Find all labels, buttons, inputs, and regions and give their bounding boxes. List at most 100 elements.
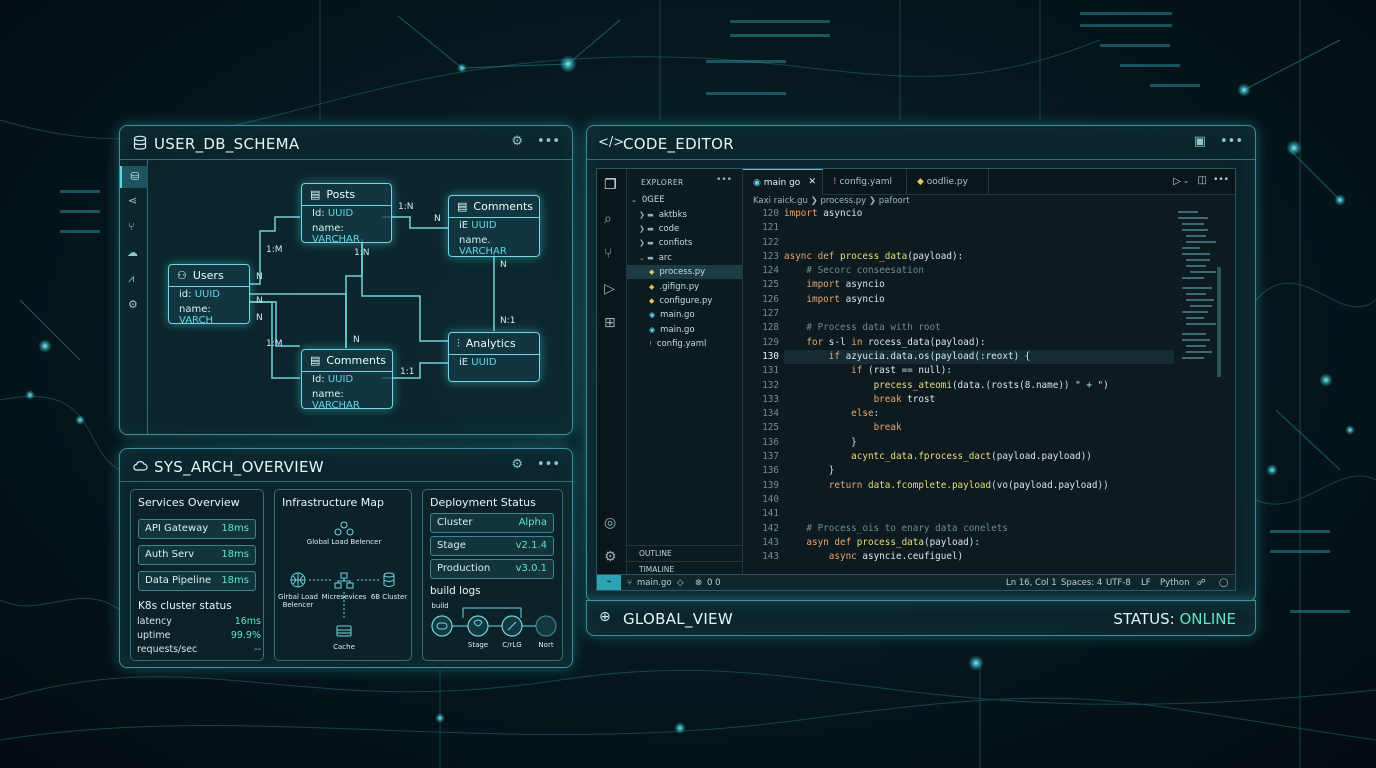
file-tree-item[interactable]: ◆ process.py xyxy=(627,264,743,280)
account-icon[interactable]: ◎ xyxy=(604,515,616,531)
code-line[interactable]: else: xyxy=(784,407,1174,421)
code-line[interactable] xyxy=(784,236,1174,250)
code-line[interactable]: break xyxy=(784,421,1174,435)
er-field-key: id: xyxy=(179,289,192,300)
status-language[interactable]: Python xyxy=(1160,578,1189,588)
er-table-comments-bottom[interactable]: ▤ Comments Id: UUID name: VARCHAR xyxy=(301,349,393,411)
more-actions-icon[interactable]: ••• xyxy=(1213,175,1229,185)
file-tree-item[interactable]: ⌄ ▬ arc xyxy=(627,251,743,265)
timeline-section[interactable]: TIMALINE xyxy=(627,561,742,575)
python-icon: ◆ xyxy=(649,268,655,277)
code-line[interactable]: for s-l in rocess_data(payload): xyxy=(784,336,1174,350)
er-table-analytics[interactable]: ⫶ Analytics iE UUID xyxy=(448,332,540,382)
code-line[interactable]: import asyncio xyxy=(784,278,1174,292)
source-control-icon[interactable]: ⑂ xyxy=(604,246,612,262)
relation-label: N xyxy=(500,260,507,270)
relation-label: N xyxy=(353,335,360,345)
service-item[interactable]: Data Pipeline 18ms xyxy=(138,571,256,591)
code-line[interactable]: return data.fcomplete.payload(vo(payload… xyxy=(784,479,1174,493)
line-number: 122 xyxy=(762,236,779,248)
breadcrumb-item[interactable]: process.py xyxy=(820,196,866,206)
search-icon[interactable]: ⌕ xyxy=(604,211,612,227)
breadcrumb-item[interactable]: pafoort xyxy=(879,196,910,206)
code-line[interactable]: } xyxy=(784,464,1174,478)
code-line[interactable]: async asyncie.ceufiguel) xyxy=(784,550,1174,564)
code-line[interactable]: } xyxy=(784,436,1174,450)
k8s-metric: latency 16ms xyxy=(137,616,261,627)
code-line[interactable]: acyntc_data.fprocess_dact(payload.payloa… xyxy=(784,450,1174,464)
infra-node-label: 6B Cluster xyxy=(370,593,408,601)
file-tree-item[interactable]: ! config.yaml xyxy=(627,337,743,351)
code-line[interactable]: if (rast == null): xyxy=(784,364,1174,378)
file-tree-item[interactable]: ⌄ 0GEE xyxy=(627,193,743,207)
run-icon[interactable]: ▷ xyxy=(1173,176,1181,187)
layout-icon[interactable]: ▣ xyxy=(1194,134,1206,149)
breadcrumb-item[interactable]: Kaxi raick.gu xyxy=(753,196,808,206)
minimap[interactable] xyxy=(1174,207,1222,407)
file-tree-item[interactable]: ❯ ▬ confiots xyxy=(627,236,743,250)
split-editor-icon[interactable]: ◫ xyxy=(1198,175,1207,186)
settings-icon[interactable]: ⚙ xyxy=(511,457,523,472)
status-position[interactable]: Ln 16, Col 1 xyxy=(1006,578,1057,588)
file-tree-item[interactable]: ◉ main.go xyxy=(627,323,743,337)
er-field-type: UUID xyxy=(327,208,354,219)
feedback-icon[interactable]: ☍ xyxy=(1197,578,1206,588)
chevron-down-icon: ⌄ xyxy=(631,196,637,205)
code-line[interactable]: # Secorc conseesation xyxy=(784,264,1174,278)
status-eol[interactable]: LF xyxy=(1141,578,1151,588)
tab-oodlie-py[interactable]: ◆ oodlie.py xyxy=(907,169,989,195)
folder-icon: ❯ ▬ xyxy=(639,239,654,248)
er-field-type: VARCHAR xyxy=(312,400,360,411)
code-line[interactable]: break trost xyxy=(784,393,1174,407)
remote-indicator[interactable]: ⌁ xyxy=(597,575,621,590)
notifications-icon[interactable]: ◯ xyxy=(1219,578,1229,588)
code-line[interactable] xyxy=(784,507,1174,521)
close-tab-icon[interactable]: ✕ xyxy=(808,177,816,187)
code-line[interactable]: precess_ateomi(data.(rosts(8.name)) " + … xyxy=(784,379,1174,393)
code-line[interactable] xyxy=(784,493,1174,507)
code-line[interactable] xyxy=(784,307,1174,321)
files-icon[interactable]: ❐ xyxy=(604,177,617,193)
file-tree-item[interactable]: ❯ ▬ aktbks xyxy=(627,207,743,221)
code-line[interactable]: asyn def process_data(payload): xyxy=(784,536,1174,550)
line-number: 128 xyxy=(762,322,779,334)
tab-main-go[interactable]: ◉ main go ✕ xyxy=(743,169,823,195)
code-line[interactable]: async def process_data(payload): xyxy=(784,250,1174,264)
service-item[interactable]: API Gateway 18ms xyxy=(138,519,256,539)
outline-section[interactable]: OUTLINE xyxy=(627,545,742,559)
status-encoding[interactable]: UTF-8 xyxy=(1106,578,1131,588)
cloud-icon xyxy=(133,461,148,471)
er-table-posts[interactable]: ▤ Posts Id: UUID name: VARCHAR xyxy=(301,183,392,245)
status-problems[interactable]: 0 0 xyxy=(707,578,721,588)
run-debug-icon[interactable]: ▷ xyxy=(604,281,615,297)
go-icon: ◉ xyxy=(649,311,656,320)
line-number: 141 xyxy=(762,508,779,520)
er-table-users[interactable]: ⚇ Users id: UUID name: VARCH xyxy=(168,264,250,326)
code-line[interactable]: if azyucia.data.os(payload(:reoxt) { xyxy=(784,349,1174,365)
er-field-type: UUID xyxy=(471,220,497,231)
er-table-comments-top[interactable]: ▤ Comments iE UUID name. VARCHAR xyxy=(448,195,540,257)
k8s-title: K8s cluster status xyxy=(138,600,232,612)
more-icon[interactable]: ••• xyxy=(537,457,560,472)
file-tree-item[interactable]: ◆ .gifign.py xyxy=(627,279,743,293)
code-line[interactable]: import asyncio xyxy=(784,293,1174,307)
k8s-metric-value: 99.9% xyxy=(230,630,261,641)
status-branch[interactable]: main.go xyxy=(637,578,672,588)
more-icon[interactable]: ••• xyxy=(1220,134,1243,149)
code-line[interactable] xyxy=(784,221,1174,235)
er-field-key: name: xyxy=(312,389,344,400)
sync-icon[interactable]: ◇ xyxy=(677,578,684,588)
code-line[interactable]: import asyncio xyxy=(784,207,1174,221)
extensions-icon[interactable]: ⊞ xyxy=(604,315,616,331)
status-spaces[interactable]: Spaces: 4 xyxy=(1061,578,1102,588)
service-item[interactable]: Auth Serv 18ms xyxy=(138,545,256,565)
tab-config-yaml[interactable]: ! config.yaml xyxy=(823,169,907,195)
code-line[interactable]: # Process_ois to enary data conelets xyxy=(784,522,1174,536)
file-tree-item[interactable]: ❯ ▬ code xyxy=(627,222,743,236)
manage-gear-icon[interactable]: ⚙ xyxy=(604,549,617,565)
explorer-more-icon[interactable]: ••• xyxy=(716,175,732,185)
code-text[interactable]: import asyncio async def process_data(pa… xyxy=(784,207,1174,564)
file-tree-item[interactable]: ◆ configure.py xyxy=(627,294,743,308)
file-tree-item[interactable]: ◉ main.go xyxy=(627,308,743,322)
code-line[interactable]: # Process data with root xyxy=(784,321,1174,335)
